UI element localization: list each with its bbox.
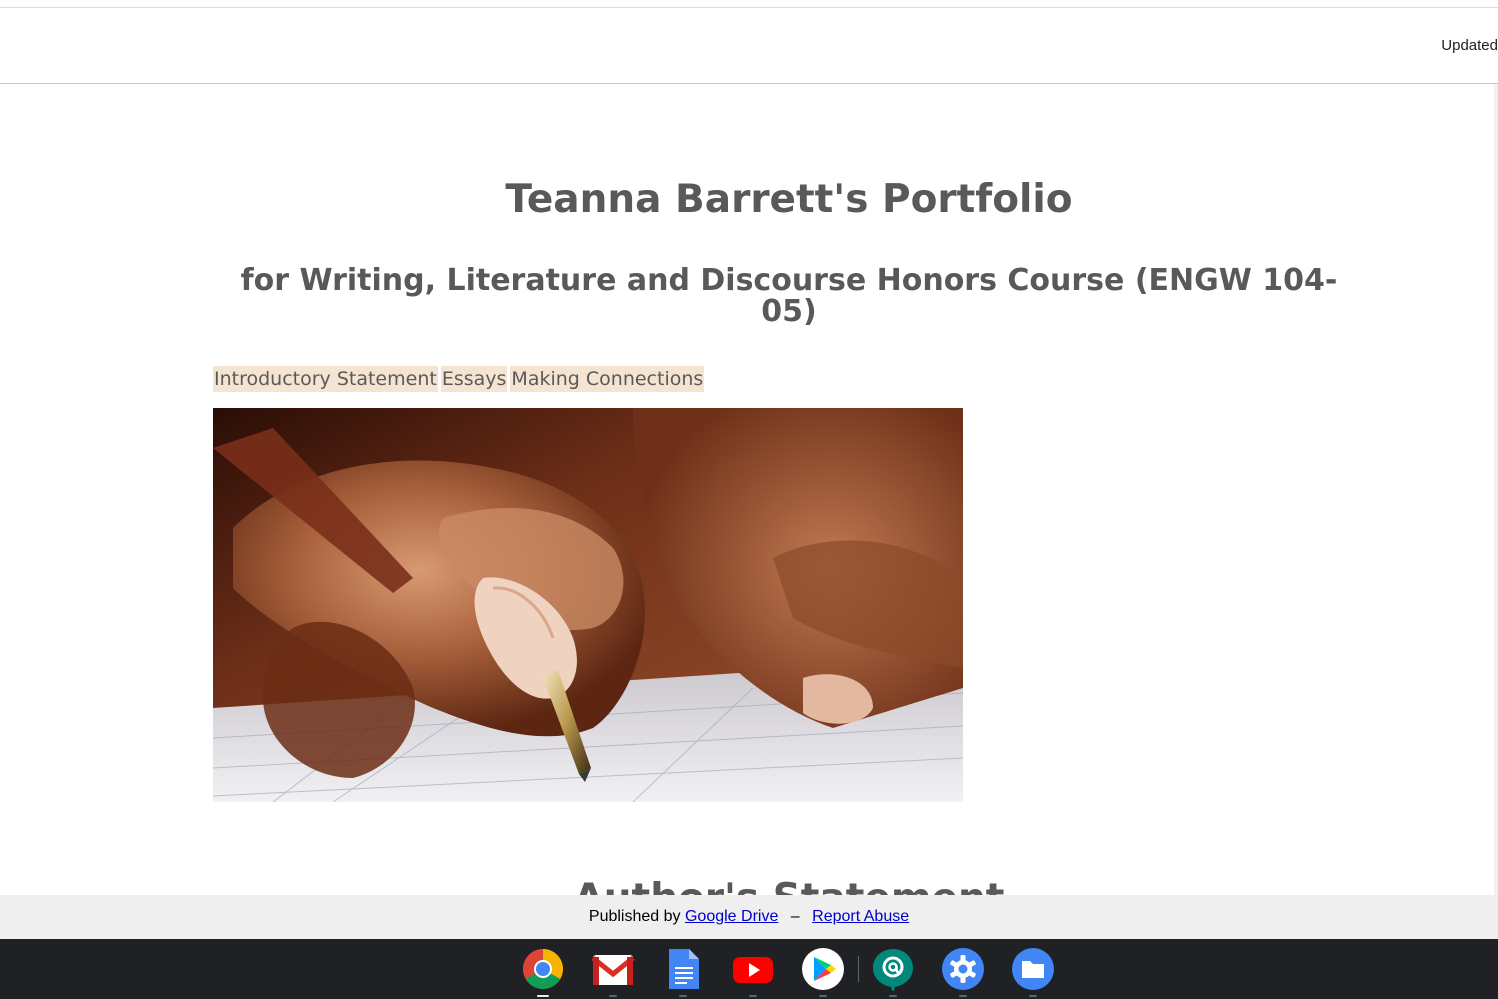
google-drive-link[interactable]: Google Drive (685, 908, 778, 925)
updated-label: Updated (1441, 37, 1498, 54)
google-chat-icon[interactable] (871, 947, 915, 997)
shelf-divider (858, 956, 859, 982)
docs-icon[interactable] (661, 947, 705, 997)
chromeos-shelf (0, 939, 1498, 999)
page-subtitle: for Writing, Literature and Discourse Ho… (240, 263, 1338, 329)
section-heading-authors-statement: Author's Statement (0, 876, 1498, 896)
page-scrollbar[interactable] (1494, 84, 1498, 896)
settings-icon[interactable] (941, 947, 985, 997)
report-abuse-link[interactable]: Report Abuse (812, 908, 909, 925)
footer-separator: – (790, 908, 800, 925)
hero-photo-hand-writing (213, 408, 963, 802)
youtube-icon[interactable] (731, 947, 775, 997)
doc-header: Updated (0, 8, 1498, 84)
nav-link-making-connections[interactable]: Making Connections (510, 366, 705, 392)
page-content: Teanna Barrett's Portfolio for Writing, … (0, 84, 1498, 896)
play-store-icon[interactable] (801, 947, 845, 997)
nav-link-introductory-statement[interactable]: Introductory Statement (213, 366, 438, 392)
publish-footer: Published by Google Drive – Report Abuse (0, 895, 1498, 939)
nav-link-essays[interactable]: Essays (440, 366, 508, 392)
gmail-icon[interactable] (591, 947, 635, 997)
site-nav: Introductory Statement Essays Making Con… (213, 366, 707, 392)
page-title: Teanna Barrett's Portfolio (505, 177, 1073, 222)
files-icon[interactable] (1011, 947, 1055, 997)
published-by-text: Published by (588, 908, 681, 925)
chrome-icon[interactable] (521, 947, 565, 997)
browser-top-strip (0, 0, 1498, 8)
